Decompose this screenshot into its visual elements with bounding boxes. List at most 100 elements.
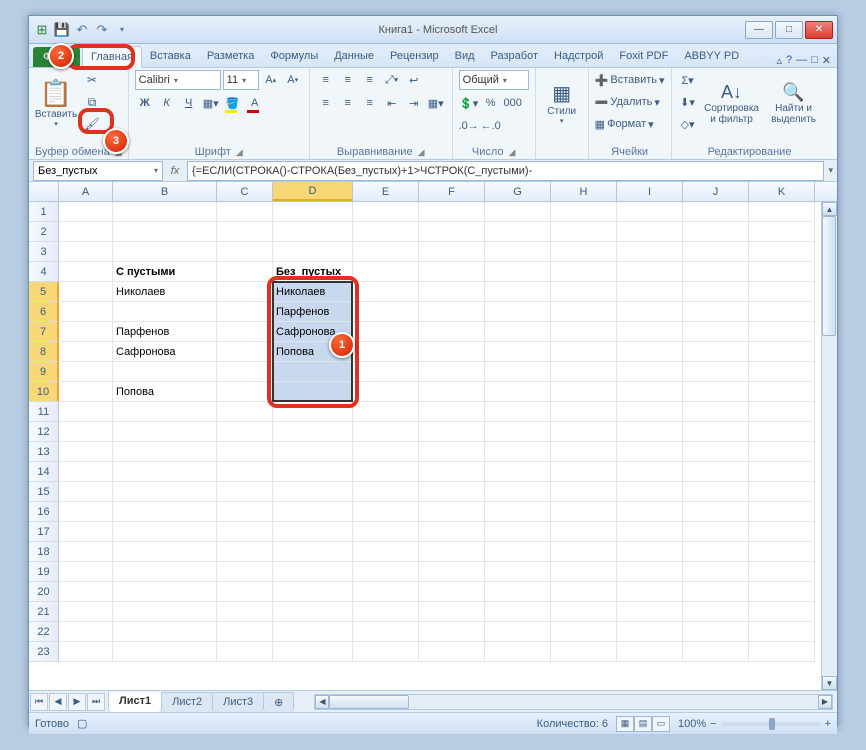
cell-C15[interactable]: [217, 482, 273, 502]
cell-I11[interactable]: [617, 402, 683, 422]
cell-I4[interactable]: [617, 262, 683, 282]
zoom-control[interactable]: 100% − +: [678, 718, 831, 730]
cell-G9[interactable]: [485, 362, 551, 382]
scroll-up-icon[interactable]: ▲: [822, 202, 837, 216]
cell-I14[interactable]: [617, 462, 683, 482]
cell-D16[interactable]: [273, 502, 353, 522]
cell-J2[interactable]: [683, 222, 749, 242]
cell-E8[interactable]: [353, 342, 419, 362]
cell-A11[interactable]: [59, 402, 113, 422]
col-header-K[interactable]: K: [749, 182, 815, 201]
align-bot-icon[interactable]: ≡: [360, 70, 380, 90]
cell-A13[interactable]: [59, 442, 113, 462]
cell-F1[interactable]: [419, 202, 485, 222]
cell-E1[interactable]: [353, 202, 419, 222]
sort-filter-button[interactable]: A↓ Сортировка и фильтр: [702, 70, 762, 136]
cell-D13[interactable]: [273, 442, 353, 462]
cell-A6[interactable]: [59, 302, 113, 322]
cell-F11[interactable]: [419, 402, 485, 422]
percent-icon[interactable]: %: [481, 93, 501, 113]
row-header-9[interactable]: 9: [29, 362, 59, 382]
row-header-10[interactable]: 10: [29, 382, 59, 402]
pagebreak-view-button[interactable]: ▭: [652, 716, 670, 732]
cell-H20[interactable]: [551, 582, 617, 602]
paste-button[interactable]: 📋 Вставить ▾: [35, 70, 77, 136]
row-header-8[interactable]: 8: [29, 342, 59, 362]
cell-D12[interactable]: [273, 422, 353, 442]
cell-F2[interactable]: [419, 222, 485, 242]
hscroll-left-icon[interactable]: ◀: [315, 695, 329, 709]
row-header-23[interactable]: 23: [29, 642, 59, 662]
row-header-7[interactable]: 7: [29, 322, 59, 342]
cell-F6[interactable]: [419, 302, 485, 322]
cell-G3[interactable]: [485, 242, 551, 262]
cell-D3[interactable]: [273, 242, 353, 262]
cell-F7[interactable]: [419, 322, 485, 342]
wrap-text-icon[interactable]: ↩: [404, 70, 424, 90]
cell-E12[interactable]: [353, 422, 419, 442]
cell-J6[interactable]: [683, 302, 749, 322]
cell-H10[interactable]: [551, 382, 617, 402]
cell-H12[interactable]: [551, 422, 617, 442]
cell-G11[interactable]: [485, 402, 551, 422]
cell-A21[interactable]: [59, 602, 113, 622]
cell-G17[interactable]: [485, 522, 551, 542]
cell-C20[interactable]: [217, 582, 273, 602]
cell-J1[interactable]: [683, 202, 749, 222]
hscroll-thumb[interactable]: [329, 695, 409, 709]
hscroll-right-icon[interactable]: ▶: [818, 695, 832, 709]
cell-H19[interactable]: [551, 562, 617, 582]
cell-A22[interactable]: [59, 622, 113, 642]
cell-E3[interactable]: [353, 242, 419, 262]
cell-E11[interactable]: [353, 402, 419, 422]
cell-C16[interactable]: [217, 502, 273, 522]
align-right-icon[interactable]: ≡: [360, 93, 380, 113]
zoom-out-icon[interactable]: −: [710, 718, 716, 730]
cell-H9[interactable]: [551, 362, 617, 382]
cell-C6[interactable]: [217, 302, 273, 322]
cell-J10[interactable]: [683, 382, 749, 402]
row-header-17[interactable]: 17: [29, 522, 59, 542]
row-header-14[interactable]: 14: [29, 462, 59, 482]
cell-G10[interactable]: [485, 382, 551, 402]
cell-C10[interactable]: [217, 382, 273, 402]
new-sheet-button[interactable]: ⊕: [263, 692, 294, 712]
row-header-21[interactable]: 21: [29, 602, 59, 622]
undo-icon[interactable]: ↶: [73, 21, 91, 39]
cell-J11[interactable]: [683, 402, 749, 422]
cell-B19[interactable]: [113, 562, 217, 582]
cell-B4[interactable]: С пустыми: [113, 262, 217, 282]
comma-icon[interactable]: 000: [503, 93, 523, 113]
shrink-font-icon[interactable]: A▾: [283, 70, 303, 90]
cell-C8[interactable]: [217, 342, 273, 362]
cell-C23[interactable]: [217, 642, 273, 662]
cell-A18[interactable]: [59, 542, 113, 562]
cell-I21[interactable]: [617, 602, 683, 622]
cell-J23[interactable]: [683, 642, 749, 662]
cell-J3[interactable]: [683, 242, 749, 262]
cell-G14[interactable]: [485, 462, 551, 482]
zoom-slider[interactable]: [721, 722, 821, 726]
cell-K13[interactable]: [749, 442, 815, 462]
cell-A4[interactable]: [59, 262, 113, 282]
font-name-combo[interactable]: Calibri▾: [135, 70, 221, 90]
cell-A7[interactable]: [59, 322, 113, 342]
cell-K3[interactable]: [749, 242, 815, 262]
cell-F17[interactable]: [419, 522, 485, 542]
row-header-22[interactable]: 22: [29, 622, 59, 642]
cell-D11[interactable]: [273, 402, 353, 422]
cell-G20[interactable]: [485, 582, 551, 602]
cell-K9[interactable]: [749, 362, 815, 382]
scroll-down-icon[interactable]: ▼: [822, 676, 837, 690]
name-box[interactable]: Без_пустых▾: [33, 161, 163, 181]
cell-A5[interactable]: [59, 282, 113, 302]
cell-D2[interactable]: [273, 222, 353, 242]
cell-H2[interactable]: [551, 222, 617, 242]
align-left-icon[interactable]: ≡: [316, 93, 336, 113]
cell-F8[interactable]: [419, 342, 485, 362]
app-close-icon[interactable]: ✕: [822, 54, 831, 67]
cell-I5[interactable]: [617, 282, 683, 302]
formula-expand-icon[interactable]: ▾: [828, 165, 833, 176]
col-header-C[interactable]: C: [217, 182, 273, 201]
cell-G7[interactable]: [485, 322, 551, 342]
